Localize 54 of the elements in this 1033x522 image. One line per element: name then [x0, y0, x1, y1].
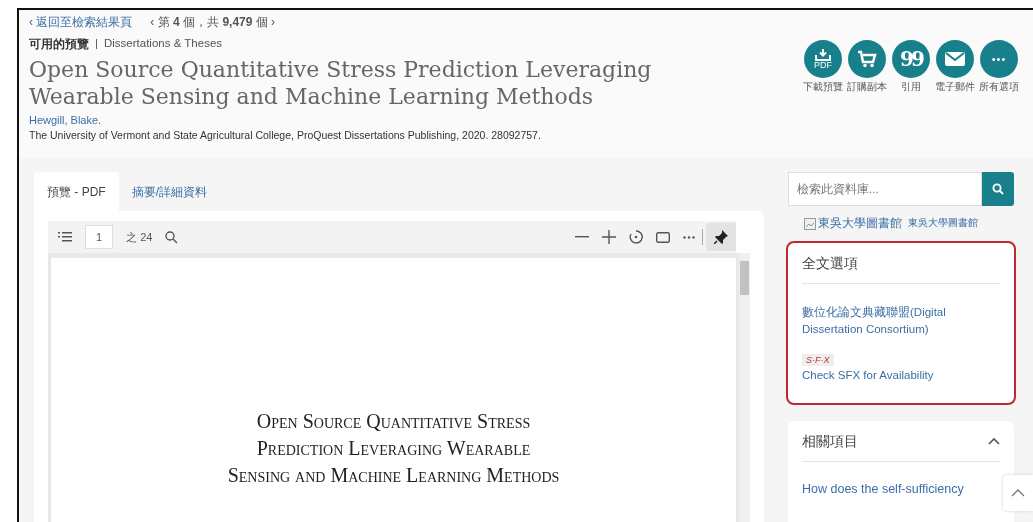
search-button[interactable] [982, 172, 1014, 206]
tab[interactable]: 預覽 - PDF [34, 172, 119, 211]
pin-button[interactable] [706, 223, 736, 251]
download-icon [815, 48, 831, 61]
page-number-field[interactable]: 1 [85, 225, 114, 249]
pin-icon [714, 230, 728, 244]
action-label: 所有選項 [979, 81, 1019, 94]
zoom-in-icon[interactable] [602, 230, 616, 244]
card-heading: 相關項目 [802, 432, 858, 451]
chevron-icon [1011, 489, 1025, 497]
mail-icon [945, 52, 965, 66]
pdf-title-line: Prediction Leveraging Wearable [255, 436, 532, 461]
search-field[interactable]: 檢索此資料庫... [788, 172, 982, 206]
author-link[interactable]: Hewgill, Blake. [29, 114, 679, 126]
pdf-title-line: Open Source Quantitative Stress [255, 409, 532, 434]
library-image-alt: 東吳大學圖書館 [818, 216, 902, 231]
cart-icon [857, 50, 877, 68]
outline-icon[interactable] [58, 232, 72, 242]
action-button[interactable]: PDF [804, 40, 842, 78]
action-label: 下載預覽 [803, 81, 843, 94]
action-label: 訂購副本 [847, 81, 887, 94]
search-icon[interactable] [165, 230, 179, 244]
sfx-link[interactable]: Check SFX for Availability [802, 369, 934, 381]
publication-info: The University of Vermont and State Agricultural College, ProQuest Dissertations Publishing, 2020. 28092757. [29, 129, 542, 141]
action-label: 引用 [901, 81, 921, 94]
source-label: Dissertations & Theses [104, 37, 223, 51]
action-button[interactable] [936, 40, 974, 78]
related-link[interactable]: How does the self-sufficiency [802, 482, 1000, 496]
back-link[interactable]: ‹ 返回至檢索結果頁 [29, 14, 133, 31]
chevron-icon[interactable] [988, 437, 1000, 445]
action-button[interactable] [848, 40, 886, 78]
card-heading: 全文選項 [802, 254, 858, 273]
result-position: ‹ 第 4 個，共 9,479 個 › [150, 14, 276, 31]
pdf-text: PDF [814, 60, 832, 70]
scrollbar[interactable] [739, 253, 750, 522]
page-count: 之 24 [126, 229, 153, 245]
tab[interactable]: 摘要/詳細資料 [118, 172, 220, 211]
action-label: 電子郵件 [935, 81, 975, 94]
library-link[interactable]: 東吳大學圖書館 [908, 217, 978, 230]
fit-page-icon[interactable] [656, 231, 670, 243]
rotate-icon[interactable] [629, 230, 643, 244]
search-icon [992, 183, 1004, 195]
action-button[interactable]: 99 [892, 40, 930, 78]
separator: | [95, 37, 98, 51]
more-icon[interactable] [683, 235, 695, 239]
action-button[interactable]: ••• [980, 40, 1018, 78]
pdf-title-line: Sensing and Machine Learning Methods [227, 463, 560, 488]
quote-icon: 99 [900, 49, 922, 69]
broken-image-icon [804, 217, 816, 230]
sfx-logo: S·F·X [802, 354, 834, 366]
fulltext-link[interactable]: 數位化論文典藏聯盟(Digital Dissertation Consortium) [802, 304, 1000, 338]
document-title: Open Source Quantitative Stress Prediction Leveraging Wearable Sensing and Machine Learning Methods [29, 56, 653, 110]
more-icon: ••• [991, 53, 1007, 65]
availability-label: 可用的預覽 [29, 37, 89, 52]
